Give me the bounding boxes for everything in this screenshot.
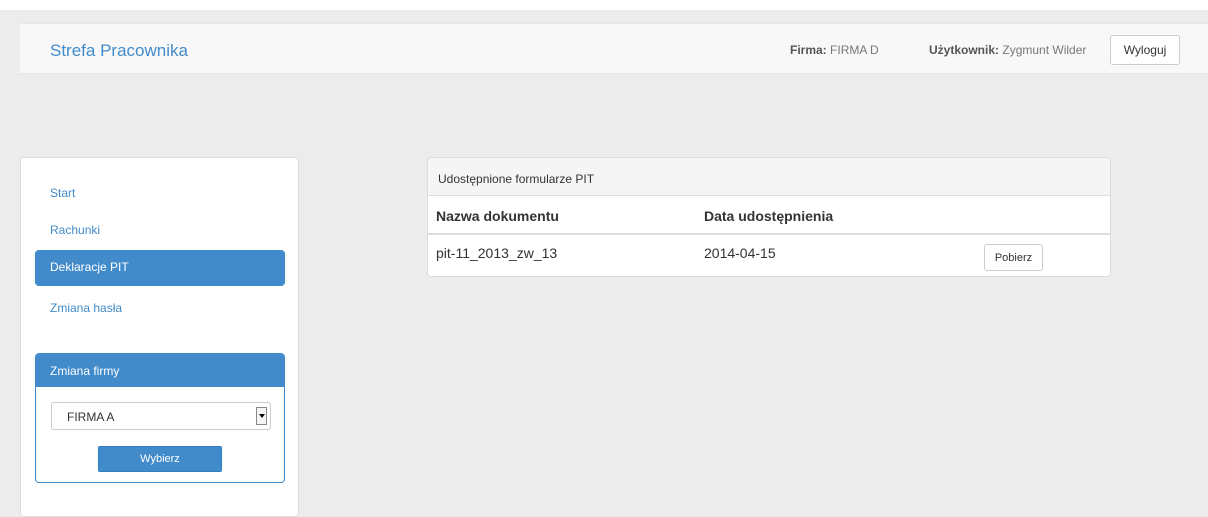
document-date-cell: 2014-04-15 (704, 245, 776, 261)
choose-firm-button[interactable]: Wybierz (98, 446, 222, 472)
documents-panel-title: Udostępnione formularze PIT (428, 158, 1110, 196)
company-info: Firma: FIRMA D (790, 43, 879, 57)
brand-link[interactable]: Strefa Pracownika (50, 41, 188, 61)
user-value: Zygmunt Wilder (1002, 43, 1087, 57)
company-label: Firma: (790, 43, 827, 57)
firm-change-panel: Zmiana firmy FIRMA A Wybierz (35, 353, 285, 483)
sidebar: Start Rachunki Deklaracje PIT Zmiana has… (20, 157, 299, 517)
column-header-name: Nazwa dokumentu (436, 208, 559, 224)
download-button[interactable]: Pobierz (984, 244, 1043, 271)
firm-select-value: FIRMA A (67, 410, 115, 424)
sidebar-item-rachunki[interactable]: Rachunki (35, 213, 285, 249)
sidebar-item-start[interactable]: Start (35, 176, 285, 212)
sidebar-item-zmiana-hasla[interactable]: Zmiana hasła (35, 291, 285, 327)
sidebar-item-deklaracje-pit[interactable]: Deklaracje PIT (35, 250, 285, 286)
user-label: Użytkownik: (929, 43, 1000, 57)
document-name-cell: pit-11_2013_zw_13 (436, 245, 558, 261)
company-value: FIRMA D (830, 43, 879, 57)
firm-select[interactable]: FIRMA A (51, 402, 271, 430)
documents-panel: Udostępnione formularze PIT Nazwa dokume… (427, 157, 1111, 277)
navbar: Strefa Pracownika Firma: FIRMA D Użytkow… (20, 23, 1208, 74)
firm-panel-title: Zmiana firmy (36, 354, 284, 387)
table-header-divider (428, 233, 1110, 235)
top-strip (0, 0, 1208, 10)
user-info: Użytkownik: Zygmunt Wilder (929, 43, 1086, 57)
logout-button[interactable]: Wyloguj (1110, 35, 1180, 65)
column-header-date: Data udostępnienia (704, 208, 834, 224)
chevron-down-icon[interactable] (256, 407, 267, 425)
